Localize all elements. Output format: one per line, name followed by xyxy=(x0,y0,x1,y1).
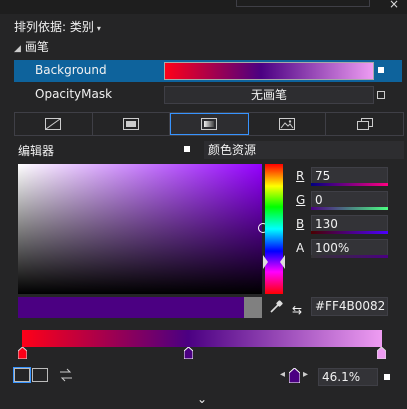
a-label: A xyxy=(296,241,305,255)
b-channel-bar[interactable] xyxy=(311,231,388,234)
brush-type-tabs xyxy=(14,112,404,136)
brush-swatch[interactable] xyxy=(164,62,374,80)
linear-gradient-icon[interactable] xyxy=(13,366,31,383)
selected-stop-indicator xyxy=(289,368,300,383)
brush-name: OpacityMask xyxy=(35,87,113,101)
brush-name: Background xyxy=(35,63,107,77)
selection-outline xyxy=(236,0,370,7)
reverse-stops-icon[interactable] xyxy=(58,368,74,382)
b-label: B xyxy=(296,217,305,231)
resource-brush-icon xyxy=(356,118,373,130)
offset-options-marker[interactable] xyxy=(384,374,390,380)
no-brush-icon xyxy=(45,118,62,130)
tile-brush-icon xyxy=(279,118,296,130)
gradient-brush-icon xyxy=(201,118,218,130)
gradient-stop-selected[interactable] xyxy=(184,347,193,359)
tab-tile-brush[interactable] xyxy=(249,113,327,135)
collapse-icon[interactable]: ◢ xyxy=(14,44,21,54)
previous-stop-icon[interactable]: ◂ xyxy=(280,369,285,380)
section-brush[interactable]: ◢ 画笔 xyxy=(14,38,49,56)
sort-dropdown[interactable]: 排列依据: 类别 ▾ xyxy=(14,18,101,36)
a-channel-bar[interactable] xyxy=(311,255,388,258)
sort-label: 排列依据: 类别 xyxy=(14,20,94,34)
close-icon[interactable]: × xyxy=(389,0,399,11)
expand-icon[interactable]: ⌄ xyxy=(197,392,207,406)
gradient-mode-controls xyxy=(13,366,74,383)
chevron-down-icon: ▾ xyxy=(96,24,101,33)
r-label: R xyxy=(296,169,305,183)
brush-row-opacitymask[interactable]: OpacityMask 无画笔 xyxy=(14,84,402,106)
hue-slider-thumb[interactable] xyxy=(263,255,285,269)
r-channel-bar[interactable] xyxy=(311,183,388,186)
saturation-value-picker[interactable] xyxy=(18,164,262,294)
top-bar: × xyxy=(0,0,407,14)
color-preview xyxy=(18,297,244,318)
brush-value[interactable]: 无画笔 xyxy=(164,86,374,104)
advanced-options-marker[interactable] xyxy=(377,91,385,99)
tab-solid-brush[interactable] xyxy=(93,113,171,135)
radial-gradient-icon[interactable] xyxy=(32,367,48,382)
advanced-options-marker[interactable] xyxy=(378,67,384,73)
gradient-bar[interactable] xyxy=(22,330,382,347)
next-stop-icon[interactable]: ▸ xyxy=(303,369,308,380)
gradient-stop[interactable] xyxy=(377,347,386,359)
section-title: 画笔 xyxy=(24,40,49,54)
hue-slider[interactable] xyxy=(265,164,283,294)
editor-marker[interactable] xyxy=(184,146,190,152)
eyedropper-icon[interactable] xyxy=(269,300,283,314)
tab-gradient-brush[interactable] xyxy=(170,113,249,135)
stop-offset-input[interactable]: 46.1% xyxy=(318,368,378,386)
solid-brush-icon xyxy=(122,118,139,130)
hex-input[interactable]: #FF4B0082 xyxy=(311,297,388,316)
brush-row-background[interactable]: Background xyxy=(14,60,402,82)
color-resources-tab[interactable]: 颜色资源 xyxy=(204,141,404,159)
tab-no-brush[interactable] xyxy=(15,113,93,135)
g-channel-bar[interactable] xyxy=(311,207,388,210)
editor-label: 编辑器 xyxy=(18,144,55,158)
swap-icon[interactable]: ⇆ xyxy=(292,303,302,317)
tab-resource-brush[interactable] xyxy=(326,113,403,135)
g-label: G xyxy=(296,193,306,207)
gradient-stop[interactable] xyxy=(18,347,27,359)
previous-color-preview xyxy=(244,297,262,318)
